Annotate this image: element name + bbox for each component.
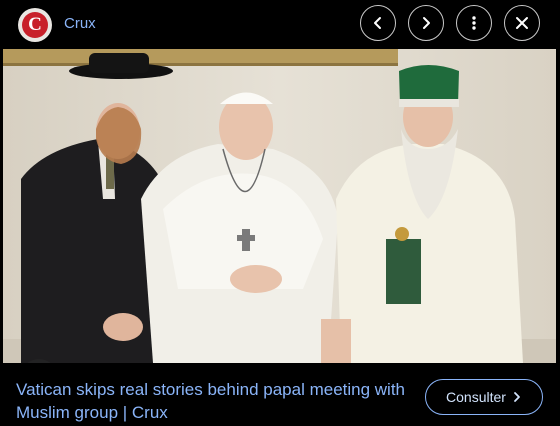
result-title-link[interactable]: Vatican skips real stories behind papal … — [16, 378, 406, 424]
chevron-right-icon — [514, 392, 520, 402]
site-name-link[interactable]: Crux — [64, 15, 96, 32]
chevron-left-icon — [374, 17, 381, 29]
previous-button[interactable] — [360, 5, 396, 41]
meeting-photo — [3, 49, 556, 363]
visit-site-label: Consulter — [446, 389, 506, 405]
close-icon — [516, 17, 528, 29]
site-logo-letter: C — [22, 12, 48, 38]
close-button[interactable] — [504, 5, 540, 41]
next-button[interactable] — [408, 5, 444, 41]
more-vert-icon — [472, 16, 476, 30]
more-options-button[interactable] — [456, 5, 492, 41]
viewer-header: C Crux — [0, 0, 560, 48]
chevron-right-icon — [423, 17, 430, 29]
result-image[interactable] — [3, 49, 556, 363]
site-favicon[interactable]: C — [18, 8, 52, 42]
visit-site-button[interactable]: Consulter — [425, 379, 543, 415]
